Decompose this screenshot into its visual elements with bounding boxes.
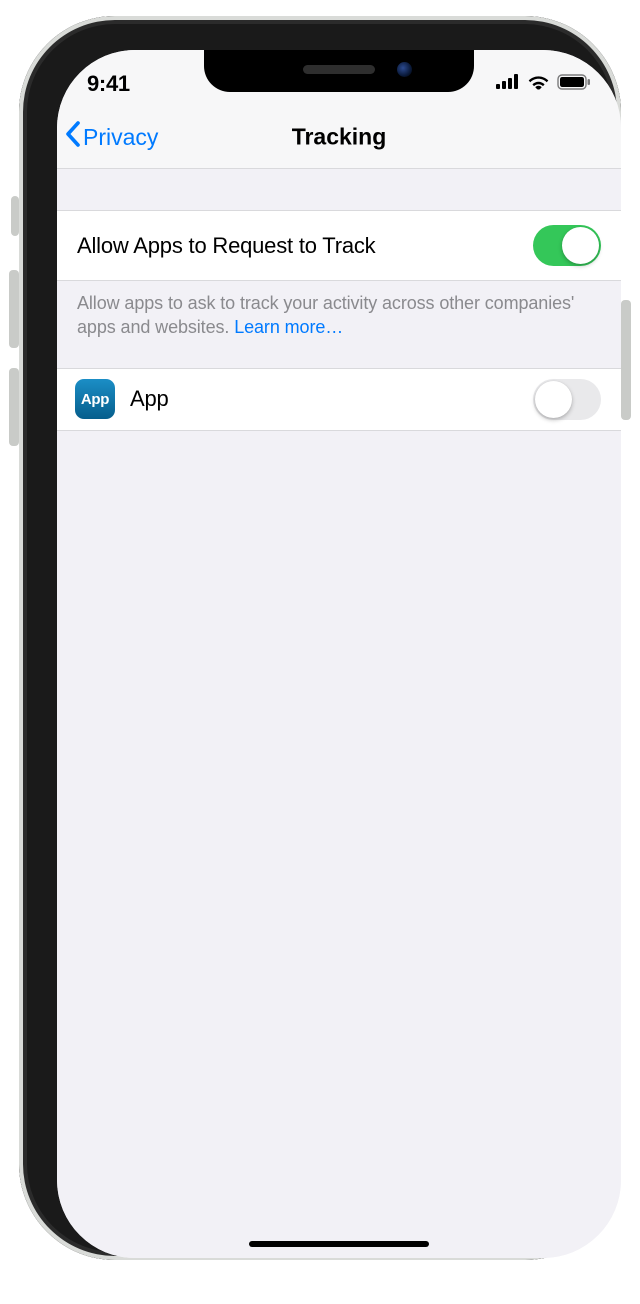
- speaker-icon: [303, 65, 375, 74]
- chevron-left-icon: [65, 121, 83, 153]
- power-button: [621, 300, 631, 420]
- app-icon-text: App: [81, 391, 109, 408]
- allow-apps-request-track-cell: Allow Apps to Request to Track: [57, 210, 621, 281]
- app-icon: App: [75, 379, 115, 419]
- navigation-bar: Privacy Tracking: [57, 106, 621, 169]
- wifi-icon: [527, 74, 550, 95]
- home-indicator[interactable]: [249, 1241, 429, 1247]
- status-icons: [496, 74, 591, 95]
- front-camera-icon: [397, 62, 412, 77]
- volume-down-button: [9, 368, 19, 446]
- content: Allow Apps to Request to Track Allow app…: [57, 168, 621, 1258]
- allow-apps-request-track-toggle[interactable]: [533, 225, 601, 266]
- screen: 9:41: [57, 50, 621, 1258]
- app-tracking-cell: App App: [57, 368, 621, 431]
- notch: [204, 50, 474, 92]
- app-name-label: App: [130, 386, 169, 412]
- back-button[interactable]: Privacy: [65, 121, 158, 153]
- learn-more-link[interactable]: Learn more…: [234, 317, 343, 337]
- status-time: 9:41: [87, 71, 130, 97]
- app-tracking-toggle[interactable]: [533, 379, 601, 420]
- volume-up-button: [9, 270, 19, 348]
- allow-apps-footer: Allow apps to ask to track your activity…: [57, 281, 621, 340]
- allow-apps-request-track-label: Allow Apps to Request to Track: [77, 233, 376, 259]
- back-label: Privacy: [83, 124, 158, 151]
- switch-knob-icon: [535, 381, 572, 418]
- device-frame: 9:41: [19, 16, 621, 1260]
- silence-switch: [11, 196, 19, 236]
- battery-icon: [557, 74, 591, 95]
- switch-knob-icon: [562, 227, 599, 264]
- cellular-icon: [496, 74, 520, 94]
